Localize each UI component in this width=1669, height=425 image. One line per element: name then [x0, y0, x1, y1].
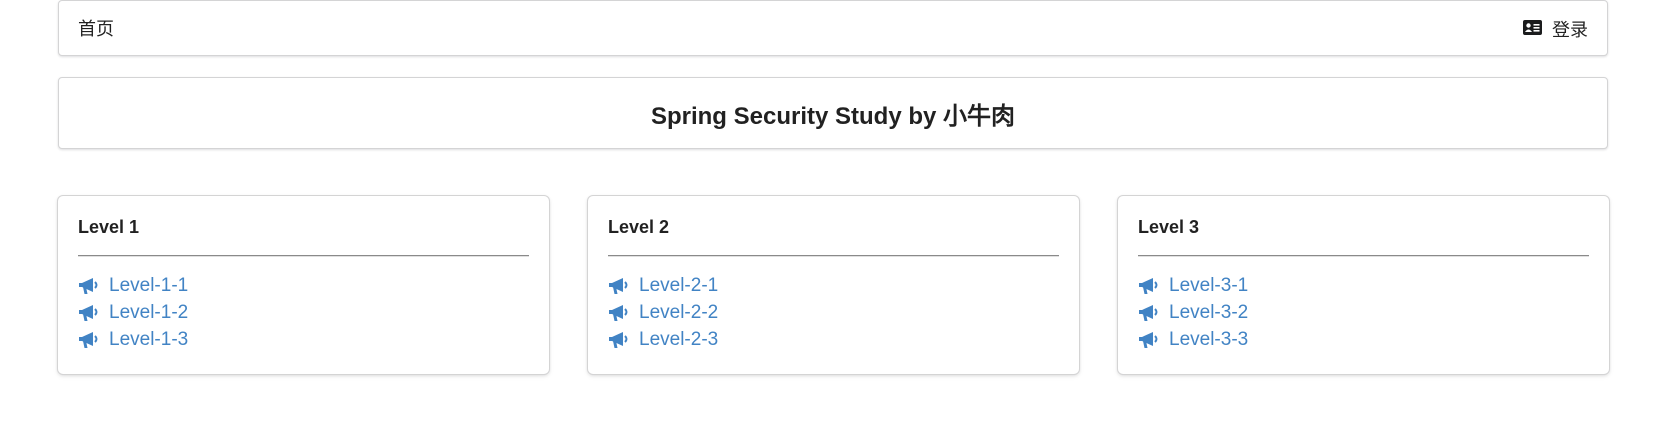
level-1-1-link[interactable]: Level-1-1: [78, 275, 188, 297]
level-card-1: Level 1 Level-1-1 Level-1-2 Level-1-3: [58, 196, 549, 374]
link-label: Level-1-2: [109, 301, 189, 323]
level-3-2-link[interactable]: Level-3-2: [1138, 302, 1248, 324]
list-item: Level-2-1: [608, 272, 718, 299]
link-label: Level-1-1: [109, 274, 189, 296]
list-item: Level-2-3: [608, 326, 718, 353]
id-card-icon: [1523, 19, 1542, 40]
level-3-1-link[interactable]: Level-3-1: [1138, 275, 1248, 297]
bullhorn-icon: [1138, 277, 1160, 295]
level-2-1-link[interactable]: Level-2-1: [608, 275, 718, 297]
bullhorn-icon: [78, 277, 100, 295]
card-heading: Level 1: [78, 217, 140, 237]
bullhorn-icon: [1138, 304, 1160, 322]
level-card-3: Level 3 Level-3-1 Level-3-2 Level-3-3: [1118, 196, 1609, 374]
list-item: Level-3-3: [1138, 326, 1248, 353]
list-item: Level-1-2: [78, 299, 188, 326]
bullhorn-icon: [608, 277, 630, 295]
link-list: Level-3-1 Level-3-2 Level-3-3: [1138, 272, 1248, 353]
page-title: Spring Security Study by 小牛肉: [650, 102, 1016, 130]
level-2-3-link[interactable]: Level-2-3: [608, 329, 718, 351]
link-label: Level-3-3: [1169, 328, 1249, 350]
divider: [608, 255, 1059, 257]
page: 首页 登录 Spring Security Study by 小牛肉 Level…: [0, 0, 1669, 425]
level-card-2: Level 2 Level-2-1 Level-2-2 Level-2-3: [588, 196, 1079, 374]
title-segment: Spring Security Study by 小牛肉: [58, 77, 1608, 149]
home-link[interactable]: 首页: [78, 1, 114, 57]
link-label: Level-2-1: [639, 274, 719, 296]
divider: [1138, 255, 1589, 257]
link-list: Level-2-1 Level-2-2 Level-2-3: [608, 272, 718, 353]
list-item: Level-2-2: [608, 299, 718, 326]
list-item: Level-3-1: [1138, 272, 1248, 299]
link-label: Level-2-3: [639, 328, 719, 350]
link-label: Level-1-3: [109, 328, 189, 350]
list-item: Level-1-3: [78, 326, 188, 353]
link-label: Level-3-2: [1169, 301, 1249, 323]
level-2-2-link[interactable]: Level-2-2: [608, 302, 718, 324]
top-menu: 首页 登录: [58, 0, 1608, 56]
card-heading: Level 2: [608, 217, 670, 237]
bullhorn-icon: [1138, 331, 1160, 349]
divider: [78, 255, 529, 257]
card-heading: Level 3: [1138, 217, 1200, 237]
level-1-3-link[interactable]: Level-1-3: [78, 329, 188, 351]
link-label: Level-3-1: [1169, 274, 1249, 296]
list-item: Level-3-2: [1138, 299, 1248, 326]
bullhorn-icon: [608, 331, 630, 349]
login-link[interactable]: 登录: [1523, 1, 1588, 57]
level-3-3-link[interactable]: Level-3-3: [1138, 329, 1248, 351]
bullhorn-icon: [78, 304, 100, 322]
login-label: 登录: [1552, 20, 1588, 40]
bullhorn-icon: [608, 304, 630, 322]
link-list: Level-1-1 Level-1-2 Level-1-3: [78, 272, 188, 353]
link-label: Level-2-2: [639, 301, 719, 323]
list-item: Level-1-1: [78, 272, 188, 299]
level-1-2-link[interactable]: Level-1-2: [78, 302, 188, 324]
bullhorn-icon: [78, 331, 100, 349]
